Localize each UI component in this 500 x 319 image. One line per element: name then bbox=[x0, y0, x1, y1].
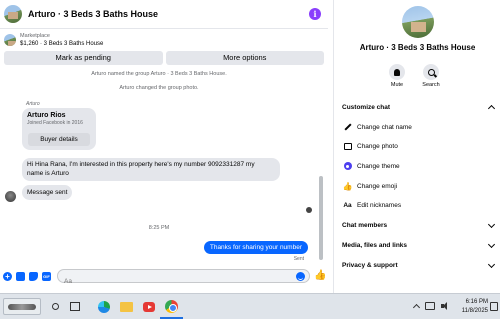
message-list: Arturo named the group Arturo · 3 Beds 3… bbox=[0, 68, 318, 264]
chevron-down-icon bbox=[487, 240, 496, 248]
bell-icon bbox=[394, 68, 400, 76]
change-photo-option[interactable]: Change photo bbox=[343, 140, 398, 152]
search-icon[interactable] bbox=[52, 303, 59, 310]
message-timestamp: 8:25 PM bbox=[148, 225, 170, 231]
sender-avatar[interactable] bbox=[5, 191, 16, 202]
file-explorer-icon[interactable] bbox=[120, 302, 133, 312]
change-theme-option[interactable]: Change theme bbox=[343, 160, 400, 172]
buyer-joined: Joined Facebook in 2016 bbox=[27, 120, 83, 126]
pencil-icon bbox=[343, 123, 352, 131]
search-button[interactable]: Search bbox=[422, 64, 440, 88]
start-button[interactable] bbox=[3, 298, 41, 315]
network-icon[interactable] bbox=[425, 302, 435, 310]
quick-actions: Mute Search bbox=[388, 64, 440, 88]
mute-button[interactable]: Mute bbox=[388, 64, 406, 88]
messenger-window: Arturo · 3 Beds 3 Baths House i Marketpl… bbox=[0, 0, 500, 293]
theme-icon bbox=[343, 162, 352, 170]
message-composer: + GIF 👍 bbox=[0, 266, 328, 288]
group-name: Arturo · 3 Beds 3 Baths House bbox=[359, 43, 476, 52]
chat-header: Arturo · 3 Beds 3 Baths House i bbox=[0, 0, 328, 29]
mark-as-pending-button[interactable]: Mark as pending bbox=[4, 51, 163, 65]
chat-members-section[interactable]: Chat members bbox=[342, 219, 496, 231]
clock-date: 11/8/2025 bbox=[461, 308, 488, 314]
message-scrollbar[interactable] bbox=[318, 68, 324, 264]
outgoing-message[interactable]: Thanks for sharing your number bbox=[203, 241, 308, 254]
chrome-browser-icon[interactable] bbox=[165, 300, 178, 313]
thumbs-up-icon[interactable]: 👍 bbox=[314, 271, 326, 281]
system-message: Arturo changed the group photo. bbox=[119, 85, 199, 91]
sender-name: Arturo bbox=[26, 101, 40, 107]
info-icon[interactable]: i bbox=[309, 8, 321, 20]
listing-title: $1,260 · 3 Beds 3 Baths House bbox=[20, 41, 104, 47]
media-files-links-section[interactable]: Media, files and links bbox=[342, 239, 496, 251]
chat-pane: Arturo · 3 Beds 3 Baths House i Marketpl… bbox=[0, 0, 328, 293]
thumbs-up-icon: 👍 bbox=[342, 181, 353, 191]
image-icon[interactable] bbox=[16, 271, 25, 281]
customize-chat-section[interactable]: Customize chat bbox=[342, 101, 496, 113]
chevron-up-icon bbox=[487, 104, 496, 113]
chat-title[interactable]: Arturo · 3 Beds 3 Baths House bbox=[28, 9, 158, 19]
task-view-icon[interactable] bbox=[70, 302, 80, 311]
clock-time: 6:16 PM bbox=[465, 299, 488, 305]
sticker-icon[interactable] bbox=[29, 271, 38, 281]
message-input[interactable] bbox=[58, 275, 309, 288]
search-icon bbox=[427, 68, 435, 76]
edge-browser-icon[interactable] bbox=[98, 301, 110, 313]
sent-status: Sent bbox=[293, 256, 304, 262]
photo-icon bbox=[343, 142, 352, 150]
search-label: Search bbox=[422, 82, 440, 88]
chevron-up-icon[interactable] bbox=[412, 303, 421, 312]
change-chat-name-option[interactable]: Change chat name bbox=[343, 121, 412, 133]
listing-actions: Mark as pending More options bbox=[4, 51, 324, 65]
chat-info-pane: Arturo · 3 Beds 3 Baths House Mute Searc… bbox=[333, 0, 500, 293]
incoming-message[interactable]: Hi Hina Rana, I'm interested in this pro… bbox=[22, 158, 280, 181]
group-photo[interactable] bbox=[402, 6, 434, 38]
system-message: Arturo named the group Arturo · 3 Beds 3… bbox=[91, 71, 227, 77]
incoming-message[interactable]: Message sent bbox=[22, 185, 73, 200]
gif-icon[interactable]: GIF bbox=[42, 271, 51, 281]
notification-icon[interactable] bbox=[490, 302, 498, 311]
buyer-details-button[interactable]: Buyer details bbox=[28, 133, 90, 146]
seen-indicator-avatar bbox=[306, 207, 312, 213]
marketplace-listing[interactable]: Marketplace $1,260 · 3 Beds 3 Baths Hous… bbox=[0, 29, 328, 51]
system-tray bbox=[412, 302, 450, 312]
marketplace-label: Marketplace bbox=[20, 33, 50, 39]
change-emoji-option[interactable]: 👍 Change emoji bbox=[342, 180, 398, 192]
youtube-icon[interactable] bbox=[143, 302, 155, 312]
group-avatar[interactable] bbox=[4, 5, 22, 23]
listing-thumbnail bbox=[4, 34, 16, 46]
volume-icon[interactable] bbox=[441, 302, 450, 310]
chevron-down-icon bbox=[487, 220, 496, 228]
scroll-thumb[interactable] bbox=[319, 176, 323, 260]
windows-taskbar: 6:16 PM 11/8/2025 bbox=[0, 293, 500, 319]
privacy-support-section[interactable]: Privacy & support bbox=[342, 259, 496, 271]
system-clock[interactable]: 6:16 PM 11/8/2025 bbox=[462, 298, 488, 316]
buyer-profile-card: Arturo Rios Joined Facebook in 2016 Buye… bbox=[22, 108, 96, 150]
more-options-button[interactable]: More options bbox=[165, 51, 324, 65]
emoji-icon[interactable] bbox=[296, 272, 305, 281]
edit-nicknames-option[interactable]: Aa Edit nicknames bbox=[343, 199, 401, 211]
mute-label: Mute bbox=[390, 82, 404, 88]
chevron-down-icon bbox=[487, 260, 496, 268]
plus-icon[interactable]: + bbox=[3, 271, 12, 281]
text-aa-icon: Aa bbox=[343, 201, 352, 209]
message-input-box bbox=[57, 269, 310, 288]
buyer-name[interactable]: Arturo Rios bbox=[27, 112, 91, 119]
